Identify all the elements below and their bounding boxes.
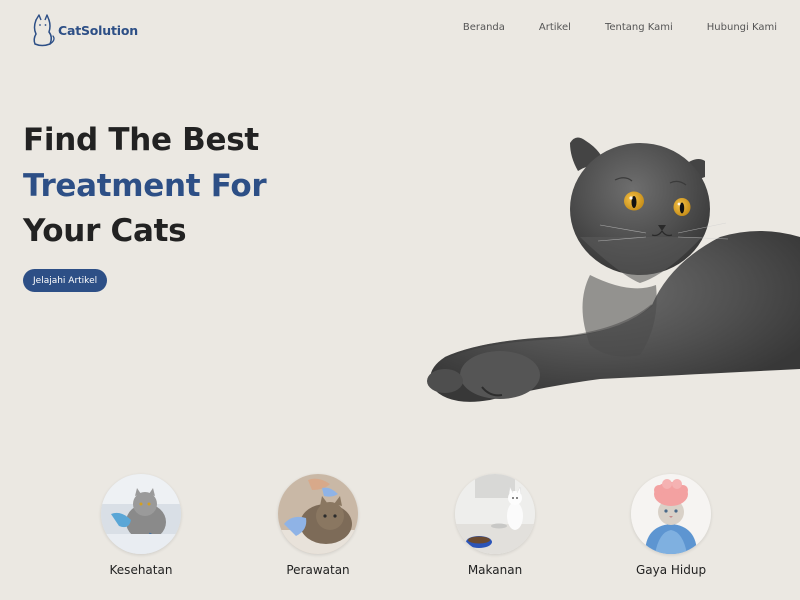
category-gaya-hidup-image bbox=[631, 474, 711, 554]
nav-item-artikel[interactable]: Artikel bbox=[539, 22, 571, 33]
navbar: CatSolution Beranda Artikel Tentang Kami… bbox=[0, 0, 800, 60]
hero-cat-image bbox=[427, 137, 800, 402]
category-gaya-hidup-label: Gaya Hidup bbox=[635, 563, 707, 577]
hero-title-line-2: Treatment For bbox=[23, 167, 267, 204]
category-kesehatan[interactable]: Kesehatan bbox=[81, 474, 201, 577]
nav-item-beranda[interactable]: Beranda bbox=[463, 22, 505, 33]
nav-item-hubungi-kami[interactable]: Hubungi Kami bbox=[707, 22, 777, 33]
cat-outline-icon bbox=[33, 14, 55, 47]
hero-title: Find The Best Treatment For Your Cats bbox=[23, 118, 353, 255]
brand-name: CatSolution bbox=[58, 22, 138, 38]
category-perawatan[interactable]: Perawatan bbox=[258, 474, 378, 577]
category-makanan[interactable]: Makanan bbox=[435, 474, 555, 577]
category-gaya-hidup[interactable]: Gaya Hidup bbox=[611, 474, 731, 577]
main-nav: Beranda Artikel Tentang Kami Hubungi Kam… bbox=[463, 22, 777, 33]
category-kesehatan-label: Kesehatan bbox=[109, 563, 173, 577]
brand-logo[interactable]: CatSolution bbox=[30, 12, 138, 48]
hero-title-line-3: Your Cats bbox=[23, 213, 187, 249]
category-kesehatan-image bbox=[101, 474, 181, 554]
explore-articles-button[interactable]: Jelajahi Artikel bbox=[23, 269, 108, 292]
category-perawatan-image bbox=[278, 474, 358, 554]
category-makanan-label: Makanan bbox=[467, 563, 523, 577]
nav-item-tentang-kami[interactable]: Tentang Kami bbox=[605, 22, 673, 33]
category-makanan-image bbox=[455, 474, 535, 554]
hero-title-line-1: Find The Best bbox=[23, 122, 259, 158]
category-perawatan-label: Perawatan bbox=[286, 563, 350, 577]
